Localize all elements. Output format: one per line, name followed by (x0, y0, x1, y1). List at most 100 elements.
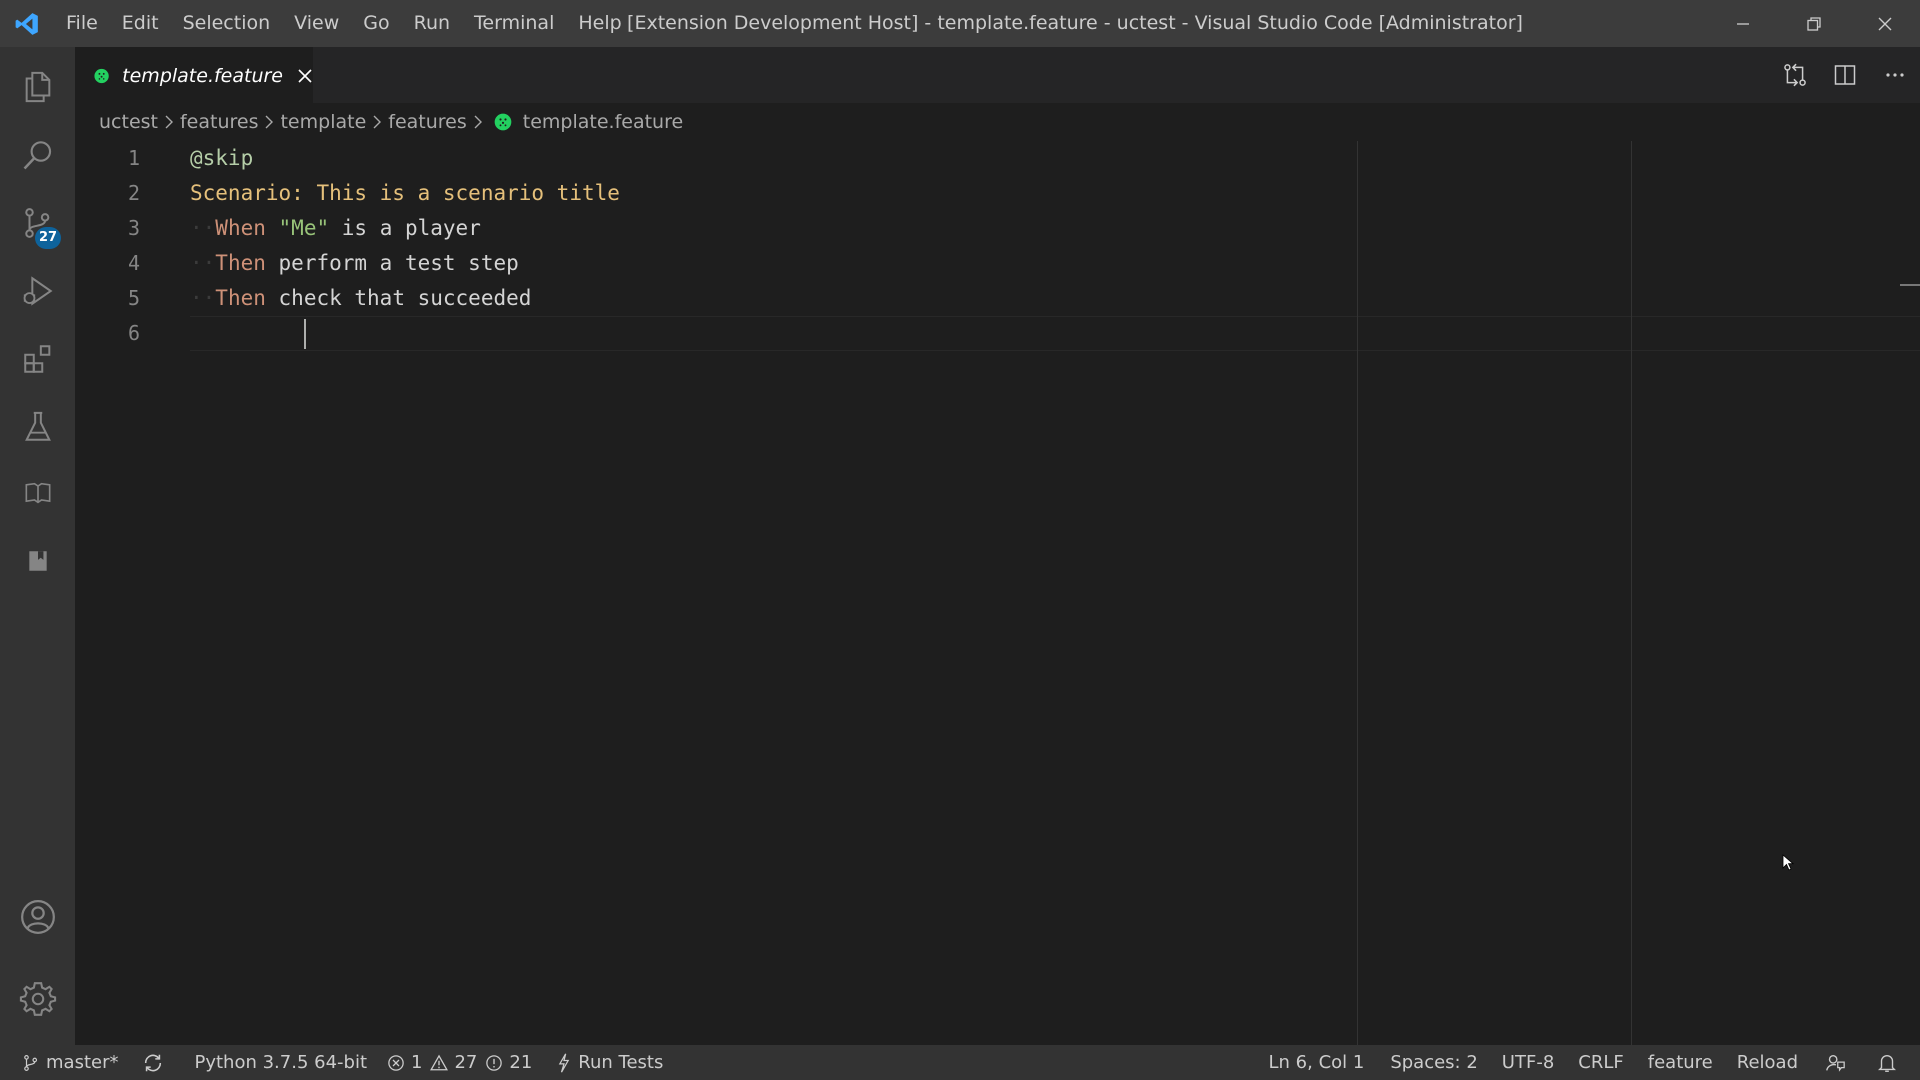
extensions-icon (23, 345, 50, 373)
breadcrumb-item-template[interactable]: template (280, 111, 366, 133)
search-button[interactable] (0, 123, 75, 187)
extensions-button[interactable] (0, 327, 75, 391)
breadcrumb-item-features-sub[interactable]: features (388, 111, 467, 133)
cucumber-file-icon (494, 113, 512, 131)
files-icon (25, 71, 50, 103)
minimize-icon (1736, 22, 1749, 25)
close-icon (1878, 17, 1891, 30)
error-count: 1 (411, 1052, 423, 1073)
warning-count: 27 (454, 1052, 478, 1073)
menu-terminal[interactable]: Terminal (462, 0, 566, 47)
lightning-icon (559, 1053, 570, 1072)
bell-icon (1878, 1054, 1896, 1072)
source-control-badge: 27 (35, 227, 62, 249)
menu-help[interactable]: Help (566, 0, 633, 47)
restore-icon (1806, 16, 1821, 31)
vertical-ruler (1357, 141, 1358, 1045)
menu-edit[interactable]: Edit (110, 0, 171, 47)
split-editor-button[interactable] (1830, 60, 1860, 90)
language-mode[interactable]: feature (1636, 1045, 1725, 1080)
error-icon (388, 1054, 404, 1071)
accounts-button[interactable] (0, 885, 75, 949)
code-line-5: ··Then check that succeeded (190, 286, 532, 310)
python-interpreter[interactable]: Python 3.7.5 64-bit (184, 1045, 377, 1080)
indentation-label: Spaces: 2 (1390, 1052, 1478, 1073)
step-keyword: Then (215, 286, 266, 310)
chevron-right-icon (164, 115, 174, 129)
mouse-pointer-icon (1782, 854, 1794, 871)
branch-indicator[interactable]: master* (0, 1045, 128, 1080)
menu-file[interactable]: File (54, 0, 110, 47)
sync-button[interactable] (128, 1045, 184, 1080)
notifications-button[interactable] (1866, 1045, 1920, 1080)
run-tests-button[interactable]: Run Tests (542, 1045, 673, 1080)
search-icon (23, 141, 51, 170)
notebook-icon (28, 551, 47, 571)
string-token: "Me" (278, 216, 330, 240)
tab-close-button[interactable] (297, 68, 313, 84)
sync-icon (145, 1054, 162, 1071)
cursor-position[interactable]: Ln 6, Col 1 (1255, 1045, 1379, 1080)
line-number: 2 (127, 181, 140, 205)
scenario-title: This is a scenario title (316, 181, 620, 205)
breadcrumb-item-uctest[interactable]: uctest (99, 111, 158, 133)
current-line-highlight (190, 316, 1920, 351)
minimize-button[interactable] (1707, 0, 1778, 47)
activity-bar: 27 (0, 47, 75, 1045)
notebook-button[interactable] (0, 529, 75, 593)
warning-icon (430, 1054, 449, 1070)
code-editor[interactable]: 1 2 3 4 5 6 @skip Scenario: This is a sc… (75, 141, 1920, 1045)
more-actions-button[interactable] (1880, 60, 1910, 90)
restore-button[interactable] (1778, 0, 1849, 47)
close-window-button[interactable] (1849, 0, 1920, 47)
cucumber-file-icon (94, 68, 109, 83)
ellipsis-icon (1886, 73, 1904, 77)
git-branch-icon (24, 1054, 38, 1071)
problems-indicator[interactable]: 1 27 21 (377, 1045, 542, 1080)
step-text: check that succeeded (278, 286, 532, 310)
breadcrumb-item-features[interactable]: features (180, 111, 259, 133)
manage-button[interactable] (0, 967, 75, 1031)
cursor-position-label: Ln 6, Col 1 (1268, 1052, 1365, 1073)
code-area[interactable]: @skip Scenario: This is a scenario title… (190, 141, 1920, 1045)
encoding[interactable]: UTF-8 (1490, 1045, 1566, 1080)
run-debug-button[interactable] (0, 259, 75, 323)
tab-bar: template.feature (75, 47, 1920, 103)
end-of-line[interactable]: CRLF (1566, 1045, 1635, 1080)
step-keyword: When (215, 216, 266, 240)
code-line-4: ··Then perform a test step (190, 251, 519, 275)
source-control-button[interactable]: 27 (0, 191, 75, 255)
line-number: 5 (127, 286, 140, 310)
status-bar: master* Python 3.7.5 64-bit 1 27 21 Run … (0, 1045, 1920, 1080)
feedback-button[interactable] (1810, 1045, 1866, 1080)
explorer-button[interactable] (0, 55, 75, 119)
code-line-1: @skip (190, 141, 253, 176)
menu-run[interactable]: Run (402, 0, 462, 47)
reload-button[interactable]: Reload (1725, 1045, 1810, 1080)
feedback-icon (1826, 1054, 1845, 1072)
info-count: 21 (509, 1052, 533, 1073)
compare-changes-icon (1784, 63, 1806, 87)
python-version: Python 3.7.5 64-bit (194, 1052, 368, 1073)
breadcrumb-item-file[interactable]: template.feature (523, 111, 683, 133)
testing-button[interactable] (0, 395, 75, 459)
open-changes-button[interactable] (1780, 60, 1810, 90)
text-cursor (304, 319, 306, 349)
vscode-logo-icon (0, 0, 54, 47)
overview-ruler-marker (1900, 284, 1920, 286)
book-button[interactable] (0, 461, 75, 525)
eol-label: CRLF (1578, 1052, 1624, 1073)
menu-go[interactable]: Go (351, 0, 401, 47)
tag-token: @skip (190, 146, 254, 170)
step-keyword: Then (215, 251, 266, 275)
code-line-3: ··When "Me" is a player (190, 216, 481, 240)
tab-template-feature[interactable]: template.feature (75, 47, 313, 103)
indentation[interactable]: Spaces: 2 (1378, 1045, 1489, 1080)
chevron-right-icon (372, 115, 382, 129)
menu-view[interactable]: View (282, 0, 351, 47)
menu-selection[interactable]: Selection (171, 0, 283, 47)
run-tests-label: Run Tests (578, 1052, 664, 1073)
line-number-gutter: 1 2 3 4 5 6 (75, 141, 190, 1045)
tab-label: template.feature (122, 64, 283, 87)
reload-label: Reload (1736, 1052, 1798, 1073)
